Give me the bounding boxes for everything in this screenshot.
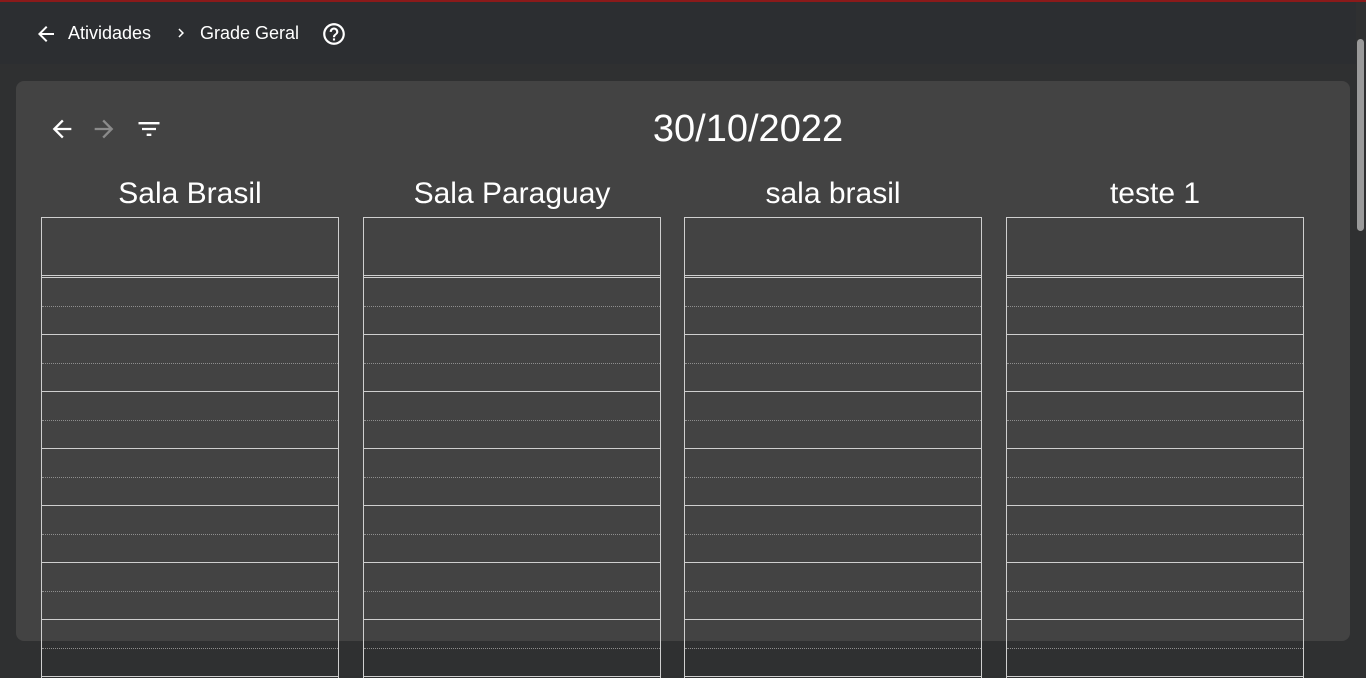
room-column: Sala Brasil xyxy=(41,174,339,678)
breadcrumb-atividades[interactable]: Atividades xyxy=(68,21,151,45)
timeslot[interactable] xyxy=(42,278,338,307)
timeslot[interactable] xyxy=(685,278,981,307)
help-icon[interactable] xyxy=(321,21,347,47)
schedule-date: 30/10/2022 xyxy=(652,108,844,150)
room-title: Sala Paraguay xyxy=(413,177,611,210)
timeslot[interactable] xyxy=(1007,449,1303,478)
room-header-cell[interactable] xyxy=(364,218,660,278)
timeslot[interactable] xyxy=(42,620,338,649)
timeslot[interactable] xyxy=(1007,592,1303,620)
timeslot[interactable] xyxy=(685,421,981,449)
timeslot[interactable] xyxy=(364,364,660,392)
timeslot[interactable] xyxy=(685,506,981,535)
room-timeslot-grid[interactable] xyxy=(1006,217,1304,678)
app-bar: Atividades Grade Geral xyxy=(0,2,1356,64)
room-header-cell[interactable] xyxy=(42,218,338,278)
timeslot[interactable] xyxy=(42,563,338,592)
room-column: sala brasil xyxy=(684,174,982,678)
room-title: teste 1 xyxy=(1109,177,1201,210)
timeslot[interactable] xyxy=(42,307,338,335)
room-timeslot-grid[interactable] xyxy=(684,217,982,678)
timeslot[interactable] xyxy=(685,449,981,478)
timeslot[interactable] xyxy=(364,535,660,563)
timeslot[interactable] xyxy=(42,478,338,506)
timeslot[interactable] xyxy=(364,335,660,364)
chevron-right-icon xyxy=(172,24,190,42)
timeslot[interactable] xyxy=(42,535,338,563)
back-arrow-icon[interactable] xyxy=(34,22,58,46)
timeslot[interactable] xyxy=(685,620,981,649)
room-timeslot-grid[interactable] xyxy=(41,217,339,678)
timeslot[interactable] xyxy=(364,478,660,506)
room-timeslot-grid[interactable] xyxy=(363,217,661,678)
timeslot[interactable] xyxy=(685,335,981,364)
room-column: Sala Paraguay xyxy=(363,174,661,678)
timeslot[interactable] xyxy=(1007,307,1303,335)
timeslot[interactable] xyxy=(42,392,338,421)
timeslot[interactable] xyxy=(42,649,338,677)
timeslot[interactable] xyxy=(364,620,660,649)
timeslot[interactable] xyxy=(1007,278,1303,307)
timeslot[interactable] xyxy=(685,478,981,506)
timeslot[interactable] xyxy=(42,449,338,478)
room-header-cell[interactable] xyxy=(1007,218,1303,278)
timeslot[interactable] xyxy=(42,592,338,620)
timeslot[interactable] xyxy=(685,563,981,592)
timeslot[interactable] xyxy=(1007,392,1303,421)
timeslot[interactable] xyxy=(42,364,338,392)
timeslot[interactable] xyxy=(1007,535,1303,563)
timeslot[interactable] xyxy=(685,649,981,677)
room-header-cell[interactable] xyxy=(685,218,981,278)
timeslot[interactable] xyxy=(364,592,660,620)
timeslot[interactable] xyxy=(364,563,660,592)
timeslot[interactable] xyxy=(364,421,660,449)
timeslot[interactable] xyxy=(685,392,981,421)
timeslot[interactable] xyxy=(1007,506,1303,535)
timeslot[interactable] xyxy=(685,535,981,563)
room-title: Sala Brasil xyxy=(118,177,262,210)
timeslot[interactable] xyxy=(364,449,660,478)
timeslot[interactable] xyxy=(364,506,660,535)
timeslot[interactable] xyxy=(42,421,338,449)
timeslot[interactable] xyxy=(364,278,660,307)
schedule-card: 30/10/2022 Sala Brasil Sala Paraguay sal… xyxy=(16,81,1350,678)
timeslot[interactable] xyxy=(1007,649,1303,677)
timeslot[interactable] xyxy=(685,307,981,335)
timeslot[interactable] xyxy=(42,506,338,535)
page-scrollbar[interactable] xyxy=(1356,2,1366,629)
timeslot[interactable] xyxy=(1007,563,1303,592)
room-title: sala brasil xyxy=(765,177,901,210)
breadcrumb-current: Grade Geral xyxy=(200,23,300,43)
timeslot[interactable] xyxy=(364,307,660,335)
timeslot[interactable] xyxy=(1007,620,1303,649)
timeslot[interactable] xyxy=(42,335,338,364)
timeslot[interactable] xyxy=(1007,421,1303,449)
timeslot[interactable] xyxy=(685,364,981,392)
room-column: teste 1 xyxy=(1006,174,1304,678)
timeslot[interactable] xyxy=(1007,364,1303,392)
timeslot[interactable] xyxy=(364,649,660,677)
timeslot[interactable] xyxy=(364,392,660,421)
timeslot[interactable] xyxy=(1007,335,1303,364)
timeslot[interactable] xyxy=(685,592,981,620)
timeslot[interactable] xyxy=(1007,478,1303,506)
